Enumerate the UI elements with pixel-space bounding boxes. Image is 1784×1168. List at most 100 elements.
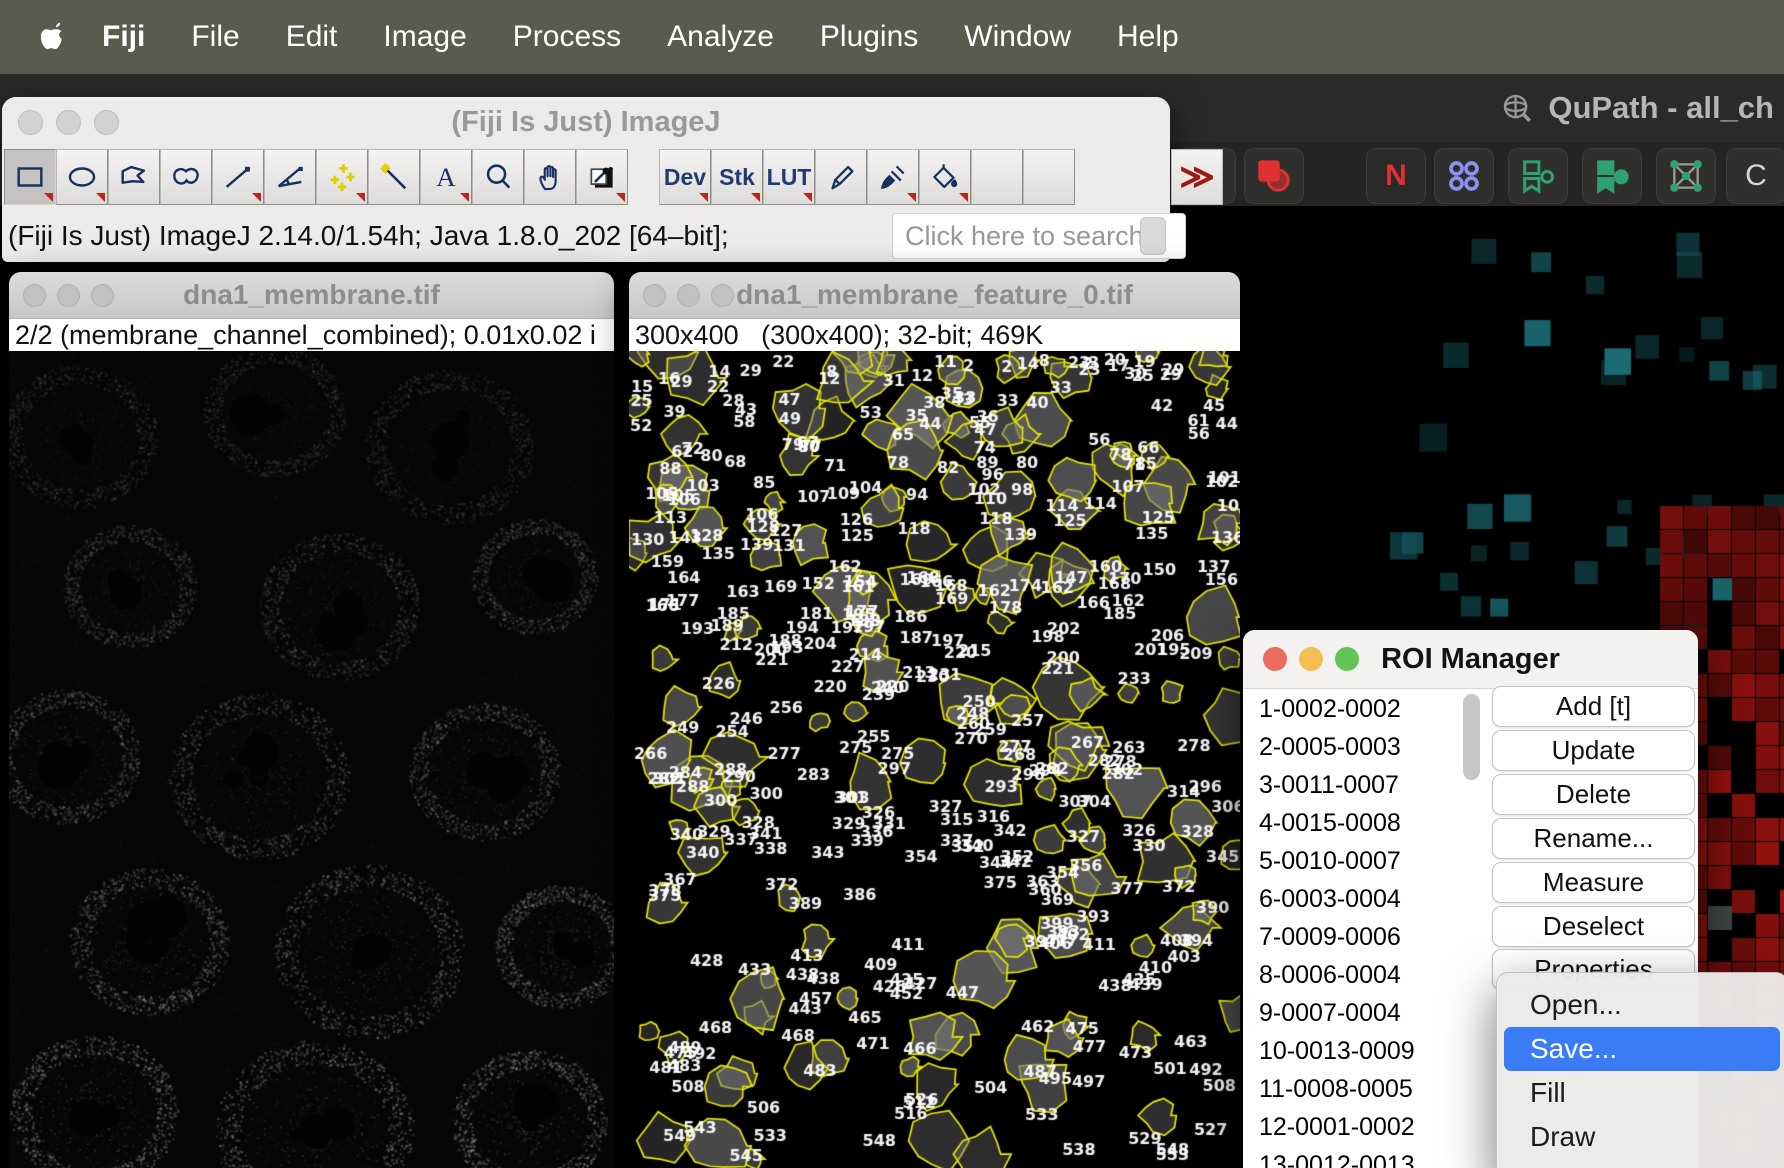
roi-list-item[interactable]: 6-0003-0004: [1251, 880, 1463, 918]
dev-scripts-button[interactable]: Dev: [659, 149, 711, 205]
zoom-button[interactable]: [94, 110, 119, 135]
qupath-tma-grid-button[interactable]: [1656, 148, 1716, 204]
zoom-button[interactable]: [1335, 647, 1359, 671]
roi-list-item[interactable]: 3-0011-0007: [1251, 766, 1463, 804]
menu-help[interactable]: Help: [1094, 0, 1202, 74]
dropdown-triangle-icon: [96, 193, 105, 202]
dropdown-triangle-icon: [44, 193, 53, 202]
menu-analyze[interactable]: Analyze: [644, 0, 797, 74]
minimize-button[interactable]: [56, 110, 81, 135]
line-tool-button[interactable]: [212, 149, 264, 205]
close-button[interactable]: [1263, 647, 1287, 671]
polygon-tool-button[interactable]: [108, 149, 160, 205]
point-tool-icon: [325, 160, 359, 194]
apple-menu-icon[interactable]: [34, 20, 74, 54]
roi-list-item[interactable]: 11-0008-0005: [1251, 1070, 1463, 1108]
roi-list: 1-0002-0002 2-0005-0003 3-0011-0007 4-00…: [1251, 690, 1463, 1168]
dropdown-triangle-icon: [616, 193, 625, 202]
menu-image[interactable]: Image: [360, 0, 489, 74]
stacks-menu-button[interactable]: Stk: [711, 149, 763, 205]
brush-tool-button[interactable]: [867, 149, 919, 205]
freehand-tool-button[interactable]: [160, 149, 212, 205]
shapes-outline-icon: [1518, 156, 1558, 196]
menu-fiji[interactable]: Fiji: [74, 0, 168, 74]
empty-tool-slot[interactable]: [1023, 149, 1075, 205]
roi-list-scrollbar-thumb[interactable]: [1463, 694, 1480, 780]
menu-window[interactable]: Window: [941, 0, 1094, 74]
hand-tool-icon: [533, 160, 567, 194]
roi-delete-button[interactable]: Delete: [1492, 774, 1695, 815]
roi-add-button[interactable]: Add [t]: [1492, 686, 1695, 727]
roi-list-item[interactable]: 1-0002-0002: [1251, 690, 1463, 728]
magnifier-tool-icon: [481, 160, 515, 194]
close-button[interactable]: [643, 284, 666, 307]
qupath-annotation-fill-button[interactable]: [1244, 148, 1304, 204]
grid-mesh-icon: [1666, 156, 1706, 196]
roi-deselect-button[interactable]: Deselect: [1492, 906, 1695, 947]
roi-list-item[interactable]: 13-0012-0013: [1251, 1146, 1463, 1168]
menu-process[interactable]: Process: [490, 0, 644, 74]
context-menu-open[interactable]: Open...: [1504, 983, 1780, 1027]
menu-plugins[interactable]: Plugins: [797, 0, 941, 74]
empty-tool-slot[interactable]: [971, 149, 1023, 205]
close-button[interactable]: [23, 284, 46, 307]
lut-menu-button[interactable]: LUT: [763, 149, 815, 205]
fiji-titlebar[interactable]: (Fiji Is Just) ImageJ: [2, 97, 1170, 147]
zoom-tool-button[interactable]: [472, 149, 524, 205]
minimize-button[interactable]: [57, 284, 80, 307]
roi-list-item[interactable]: 8-0006-0004: [1251, 956, 1463, 994]
zoom-button[interactable]: [91, 284, 114, 307]
fill-tool-button[interactable]: [919, 149, 971, 205]
qupath-objects-outline-button[interactable]: [1508, 148, 1568, 204]
point-tool-button[interactable]: [316, 149, 368, 205]
wand-tool-icon: [377, 160, 411, 194]
brush-tool-icon: [876, 160, 910, 194]
membrane-image-canvas[interactable]: [9, 351, 614, 1168]
dropdown-triangle-icon: [252, 193, 261, 202]
svg-text:A: A: [436, 162, 456, 192]
minimize-button[interactable]: [1299, 647, 1323, 671]
feature-titlebar[interactable]: dna1_membrane_feature_0.tif: [629, 272, 1240, 319]
more-tools-button[interactable]: ≫: [1171, 149, 1223, 205]
hand-tool-button[interactable]: [524, 149, 576, 205]
roi-list-item[interactable]: 7-0009-0006: [1251, 918, 1463, 956]
context-menu-save[interactable]: Save...: [1504, 1027, 1780, 1071]
roi-list-item[interactable]: 5-0010-0007: [1251, 842, 1463, 880]
text-tool-button[interactable]: A: [420, 149, 472, 205]
membrane-info-line: 2/2 (membrane_channel_combined); 0.01x0.…: [9, 319, 614, 351]
minimize-button[interactable]: [677, 284, 700, 307]
roi-measure-button[interactable]: Measure: [1492, 862, 1695, 903]
context-menu-fill[interactable]: Fill: [1504, 1071, 1780, 1115]
membrane-titlebar[interactable]: dna1_membrane.tif: [9, 272, 614, 319]
roi-manager-titlebar[interactable]: ROI Manager: [1243, 630, 1698, 689]
menu-edit[interactable]: Edit: [263, 0, 361, 74]
pencil-tool-button[interactable]: [815, 149, 867, 205]
text-tool-icon: A: [429, 160, 463, 194]
context-menu-draw[interactable]: Draw: [1504, 1115, 1780, 1159]
menu-file[interactable]: File: [168, 0, 262, 74]
zoom-button[interactable]: [711, 284, 734, 307]
roi-rename-button[interactable]: Rename...: [1492, 818, 1695, 859]
roi-list-item[interactable]: 12-0001-0002: [1251, 1108, 1463, 1146]
shapes-filled-icon: [1592, 156, 1632, 196]
color-picker-tool-button[interactable]: [576, 149, 628, 205]
line-tool-icon: [221, 160, 255, 194]
angle-tool-button[interactable]: [264, 149, 316, 205]
roi-list-item[interactable]: 9-0007-0004: [1251, 994, 1463, 1032]
feature-image-canvas[interactable]: [629, 351, 1240, 1168]
roi-update-button[interactable]: Update: [1492, 730, 1695, 771]
freehand-tool-icon: [169, 160, 203, 194]
roi-context-menu: Open... Save... Fill Draw: [1496, 972, 1784, 1168]
qupath-detections-button[interactable]: [1434, 148, 1494, 204]
rectangle-tool-button[interactable]: [4, 149, 56, 205]
qupath-objects-fill-button[interactable]: [1582, 148, 1642, 204]
qupath-classify-button[interactable]: C: [1726, 148, 1784, 204]
roi-list-item[interactable]: 10-0013-0009: [1251, 1032, 1463, 1070]
oval-tool-button[interactable]: [56, 149, 108, 205]
roi-list-item[interactable]: 2-0005-0003: [1251, 728, 1463, 766]
toolbar-grip[interactable]: [1140, 217, 1166, 255]
wand-tool-button[interactable]: [368, 149, 420, 205]
roi-list-item[interactable]: 4-0015-0008: [1251, 804, 1463, 842]
close-button[interactable]: [18, 110, 43, 135]
qupath-names-button[interactable]: N: [1366, 148, 1426, 204]
